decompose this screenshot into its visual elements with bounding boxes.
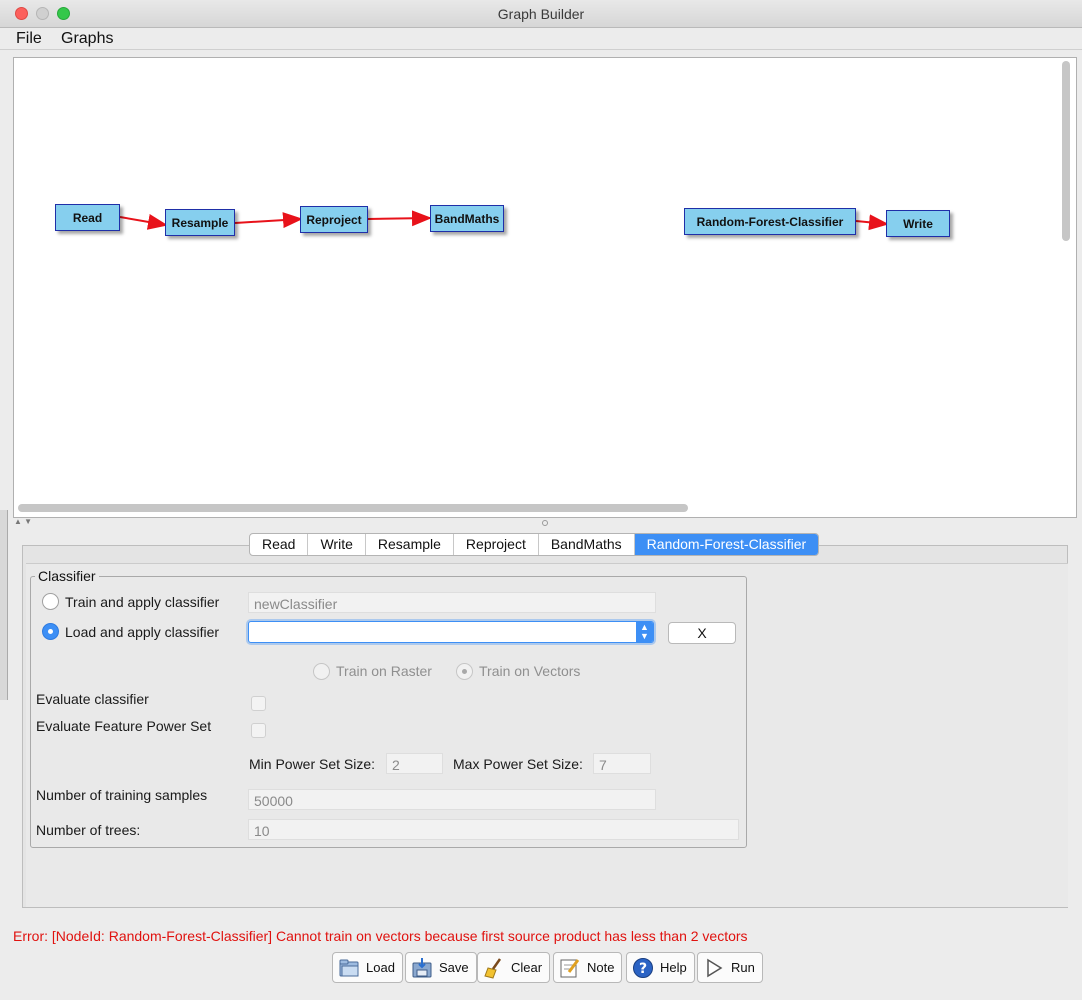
load-apply-radio[interactable] — [42, 623, 59, 640]
max-power-set-input[interactable] — [593, 753, 651, 774]
svg-text:?: ? — [639, 961, 647, 977]
tab-reproject[interactable]: Reproject — [454, 534, 539, 555]
note-button[interactable]: Note — [553, 952, 623, 983]
splitter-arrows-icon[interactable]: ▲ ▼ — [14, 517, 32, 526]
splitter-handle[interactable] — [542, 520, 548, 526]
graph-node-bandmaths[interactable]: BandMaths — [430, 205, 504, 232]
number-of-trees-label: Number of trees: — [36, 822, 141, 838]
menu-file[interactable]: File — [16, 30, 42, 48]
classifier-select[interactable]: ▲ ▼ — [248, 621, 654, 643]
load-button[interactable]: Load — [332, 952, 403, 983]
classifier-group-title: Classifier — [35, 568, 99, 584]
evaluate-feature-power-set-checkbox[interactable] — [251, 723, 266, 738]
graph-edges — [119, 210, 889, 231]
train-on-raster-label: Train on Raster — [336, 663, 432, 679]
run-button[interactable]: Run — [697, 952, 763, 983]
evaluate-classifier-checkbox[interactable] — [251, 696, 266, 711]
graph-node-reproject[interactable]: Reproject — [300, 206, 368, 233]
menu-bar: File Graphs — [0, 28, 1082, 50]
min-power-set-input[interactable] — [386, 753, 443, 774]
clear-button[interactable]: Clear — [477, 952, 551, 983]
folder-icon — [339, 959, 359, 976]
graph-node-random-forest-classifier[interactable]: Random-Forest-Classifier — [684, 208, 856, 235]
run-button-label: Run — [731, 960, 755, 975]
error-message: Error: [NodeId: Random-Forest-Classifier… — [13, 928, 748, 944]
tab-read[interactable]: Read — [250, 534, 309, 555]
train-on-vectors-label: Train on Vectors — [479, 663, 581, 679]
number-of-trees-input[interactable] — [248, 819, 739, 840]
train-on-raster-radio[interactable] — [313, 663, 330, 680]
load-button-label: Load — [366, 960, 395, 975]
help-button[interactable]: ? Help — [626, 952, 695, 983]
edge-reproject-bandmaths — [367, 210, 432, 227]
graph-canvas[interactable]: Read Resample Reproject BandMaths Random… — [13, 57, 1077, 518]
horizontal-scrollbar[interactable] — [18, 504, 688, 512]
tab-bandmaths[interactable]: BandMaths — [539, 534, 635, 555]
max-power-set-label: Max Power Set Size: — [453, 756, 583, 772]
evaluate-feature-power-set-label: Evaluate Feature Power Set — [36, 718, 212, 734]
chevron-up-down-icon[interactable]: ▲ ▼ — [636, 622, 653, 642]
training-samples-label: Number of training samples — [36, 787, 208, 803]
tab-write[interactable]: Write — [308, 534, 366, 555]
graph-node-read[interactable]: Read — [55, 204, 120, 231]
new-classifier-name-input[interactable] — [248, 592, 656, 613]
menu-graphs[interactable]: Graphs — [61, 30, 113, 48]
edge-rfc-write — [855, 214, 889, 231]
edge-resample-reproject — [234, 212, 303, 229]
note-button-label: Note — [587, 960, 615, 975]
title-bar: Graph Builder — [0, 0, 1082, 28]
tab-resample[interactable]: Resample — [366, 534, 454, 555]
save-disk-icon — [412, 957, 432, 977]
train-on-vectors-radio[interactable] — [456, 663, 473, 680]
window-title: Graph Builder — [497, 6, 585, 22]
help-icon: ? — [633, 957, 653, 978]
vertical-scrollbar[interactable] — [1062, 61, 1070, 241]
save-button-label: Save — [439, 960, 469, 975]
graph-node-write[interactable]: Write — [886, 210, 950, 237]
evaluate-classifier-label: Evaluate classifier — [36, 691, 149, 707]
load-apply-label: Load and apply classifier — [65, 624, 220, 640]
note-pencil-icon — [560, 958, 580, 977]
save-button[interactable]: Save — [405, 952, 477, 983]
graph-node-resample[interactable]: Resample — [165, 209, 235, 236]
edge-read-resample — [119, 214, 168, 230]
train-apply-label: Train and apply classifier — [65, 594, 220, 610]
side-panel-edge — [0, 510, 8, 700]
node-tabs: Read Write Resample Reproject BandMaths … — [249, 533, 820, 556]
clear-button-label: Clear — [511, 960, 543, 975]
train-apply-radio[interactable] — [42, 593, 59, 610]
play-icon — [707, 958, 723, 977]
clear-classifier-button[interactable]: X — [668, 622, 736, 644]
help-button-label: Help — [660, 960, 687, 975]
tab-random-forest-classifier[interactable]: Random-Forest-Classifier — [634, 534, 819, 555]
training-samples-input[interactable] — [248, 789, 656, 810]
min-power-set-label: Min Power Set Size: — [249, 756, 376, 772]
broom-icon — [484, 957, 502, 979]
